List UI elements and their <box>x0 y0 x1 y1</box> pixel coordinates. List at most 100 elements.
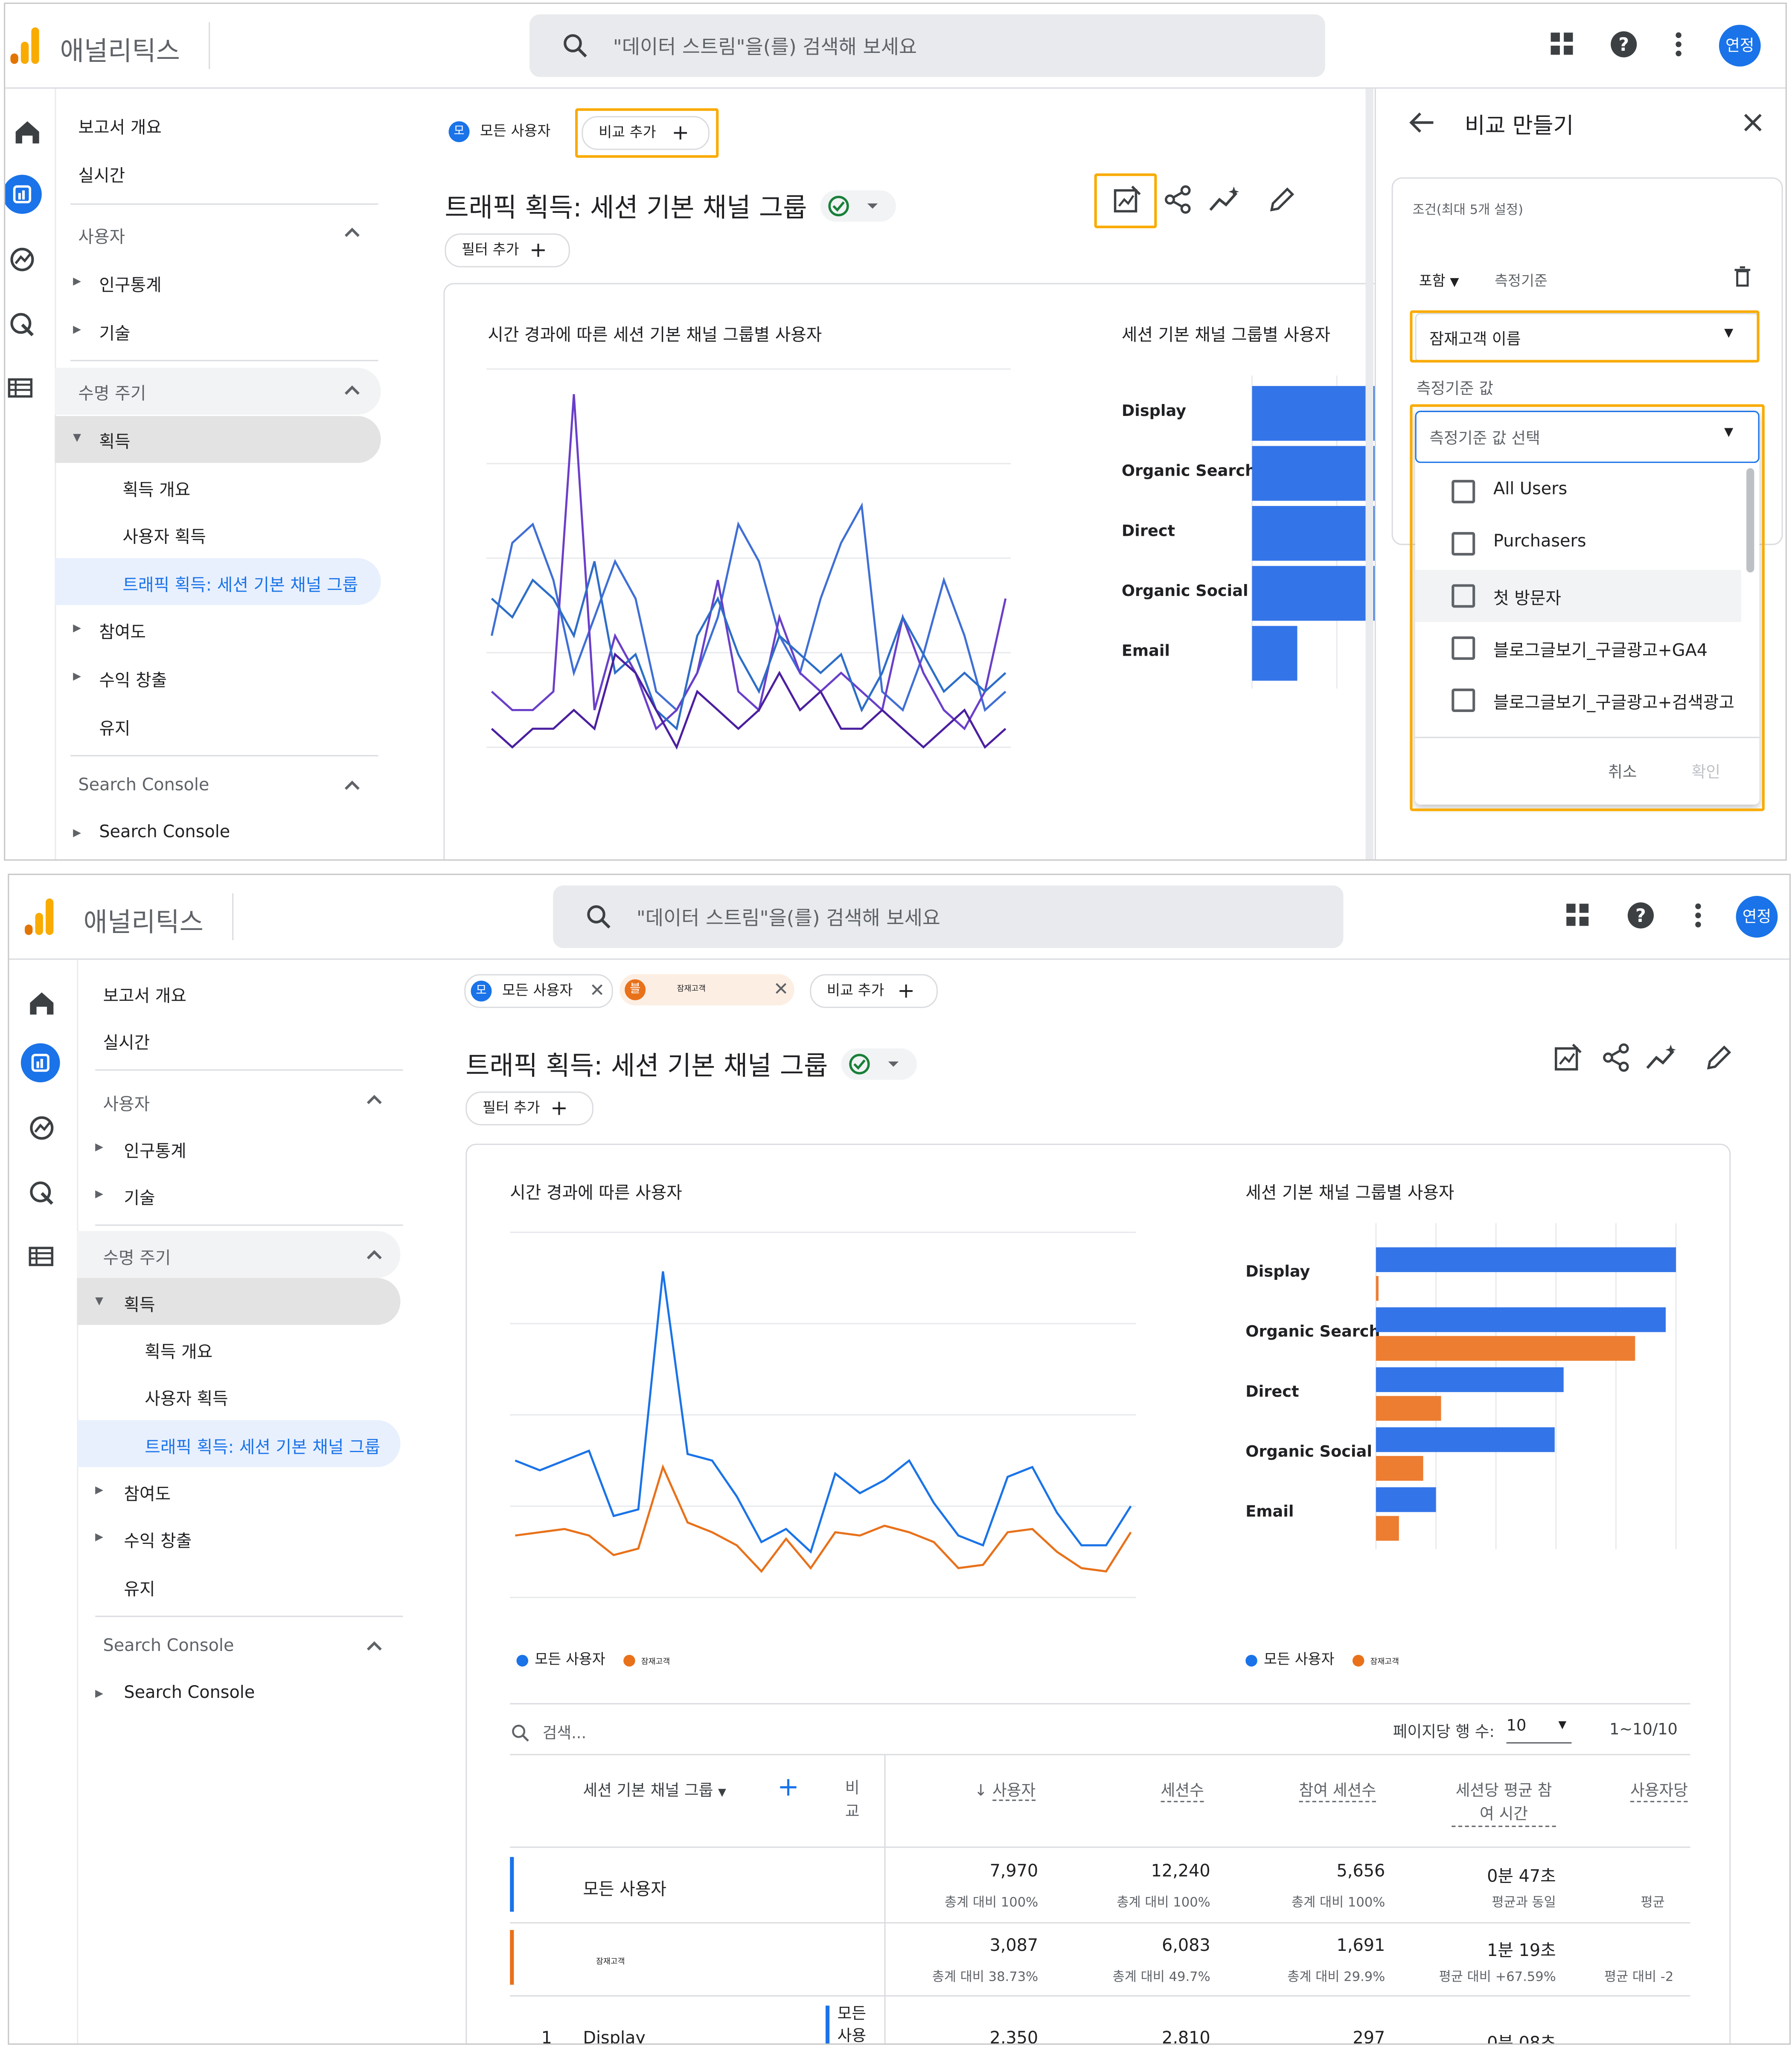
metric-header[interactable]: 참여 세션수 <box>1299 1779 1376 1802</box>
nav-section-search-console[interactable]: Search Console <box>103 1636 234 1656</box>
chip-all-users[interactable]: 모 모든 사용자 <box>443 116 566 148</box>
search-bar[interactable]: "데이터 스트림"을(를) 검색해 보세요 <box>529 14 1325 77</box>
chevron-up-icon[interactable] <box>344 384 360 397</box>
legend-item[interactable]: 잠재고객 <box>623 1651 670 1668</box>
back-arrow-icon[interactable] <box>1407 110 1436 136</box>
nav-realtime[interactable]: 실시간 <box>78 162 125 186</box>
caret-down-icon[interactable]: ▼ <box>73 432 81 444</box>
metric-header[interactable]: 사용자당 <box>1630 1779 1688 1802</box>
share-icon[interactable] <box>1600 1042 1632 1073</box>
more-vert-icon[interactable] <box>1672 30 1685 58</box>
chip-all-users[interactable]: 모 모든 사용자 ✕ <box>464 974 613 1008</box>
chip-potential[interactable]: 블 잠재고객 ✕ <box>619 974 794 1006</box>
title-status-dropdown[interactable] <box>819 189 897 223</box>
nav-user-acq[interactable]: 사용자 획득 <box>145 1385 228 1410</box>
caret-down-icon[interactable]: ▼ <box>95 1295 103 1307</box>
close-icon[interactable]: ✕ <box>774 974 789 1005</box>
nav-search-console[interactable]: Search Console <box>124 1683 255 1703</box>
insights-icon[interactable] <box>1208 184 1242 215</box>
nav-traffic-acq[interactable]: 트래픽 획득: 세션 기본 채널 그룹 <box>145 1433 380 1458</box>
table-search-input[interactable]: 검색... <box>543 1721 586 1744</box>
chevron-up-icon[interactable] <box>367 1248 382 1261</box>
caret-right-icon[interactable]: ▶ <box>73 275 81 287</box>
edit-pencil-icon[interactable] <box>1703 1042 1734 1073</box>
add-dimension-button[interactable]: + <box>777 1771 799 1802</box>
legend-item[interactable]: 잠재고객 <box>1352 1651 1399 1668</box>
chevron-up-icon[interactable] <box>344 226 360 239</box>
nav-acq-overview[interactable]: 획득 개요 <box>145 1338 212 1363</box>
metric-header[interactable]: 세션수 <box>1161 1779 1204 1802</box>
legend-item[interactable]: 모든 사용자 <box>1245 1651 1334 1668</box>
customize-report-icon[interactable] <box>1552 1042 1583 1073</box>
nav-section-lifecycle[interactable]: 수명 주기 <box>78 380 146 404</box>
nav-user-acq[interactable]: 사용자 획득 <box>122 523 206 548</box>
advertising-icon[interactable] <box>5 311 55 339</box>
help-icon[interactable]: ? <box>1626 901 1655 930</box>
nav-section-lifecycle[interactable]: 수명 주기 <box>103 1244 171 1269</box>
metric-header[interactable]: 세션당 평균 참여 시간 <box>1452 1779 1556 1827</box>
nav-overview[interactable]: 보고서 개요 <box>103 982 186 1007</box>
caret-right-icon[interactable]: ▶ <box>95 1141 103 1153</box>
explore-icon[interactable] <box>9 1114 77 1142</box>
nav-section-user[interactable]: 사용자 <box>103 1090 150 1115</box>
legend-item[interactable]: 모든 사용자 <box>516 1651 605 1668</box>
delete-icon[interactable] <box>1733 266 1751 287</box>
search-bar[interactable]: "데이터 스트림"을(를) 검색해 보세요 <box>553 885 1344 948</box>
rows-per-page-select[interactable]: 10 ▼ <box>1506 1716 1572 1744</box>
include-select[interactable]: 포함 ▼ <box>1419 270 1459 291</box>
main-scrollbar[interactable] <box>1365 88 1373 860</box>
caret-right-icon[interactable]: ▶ <box>95 1484 103 1496</box>
caret-right-icon[interactable]: ▶ <box>73 323 81 335</box>
caret-right-icon[interactable]: ▶ <box>95 1687 103 1699</box>
add-filter-button[interactable]: 필터 추가 + <box>465 1091 593 1126</box>
edit-pencil-icon[interactable] <box>1266 184 1297 215</box>
nav-traffic-acq[interactable]: 트래픽 획득: 세션 기본 채널 그룹 <box>122 571 358 596</box>
chevron-up-icon[interactable] <box>367 1093 382 1106</box>
title-status-dropdown[interactable] <box>840 1047 918 1081</box>
nav-demographics[interactable]: 인구통계 <box>124 1137 186 1162</box>
insights-icon[interactable] <box>1645 1042 1679 1073</box>
advertising-icon[interactable] <box>9 1179 77 1207</box>
nav-retention[interactable]: 유지 <box>99 715 130 739</box>
nav-tech[interactable]: 기술 <box>124 1184 155 1209</box>
home-icon[interactable] <box>9 988 77 1017</box>
chevron-up-icon[interactable] <box>367 1639 382 1652</box>
nav-monetization[interactable]: 수익 창출 <box>99 666 167 691</box>
caret-right-icon[interactable]: ▶ <box>73 622 81 634</box>
dimension-header[interactable]: 세션 기본 채널 그룹 ▼ <box>583 1779 726 1801</box>
nav-engagement[interactable]: 참여도 <box>99 618 146 643</box>
avatar[interactable]: 연정 <box>1719 25 1761 67</box>
nav-acq-overview[interactable]: 획득 개요 <box>122 476 190 501</box>
avatar[interactable]: 연정 <box>1736 896 1778 938</box>
apps-grid-icon[interactable] <box>1564 901 1592 930</box>
nav-retention[interactable]: 유지 <box>124 1575 155 1600</box>
close-icon[interactable]: ✕ <box>590 975 605 1006</box>
nav-tech[interactable]: 기술 <box>99 320 130 344</box>
add-compare-button[interactable]: 비교 추가 + <box>810 974 938 1008</box>
nav-realtime[interactable]: 실시간 <box>103 1029 150 1054</box>
nav-search-console[interactable]: Search Console <box>99 823 230 843</box>
configure-list-icon[interactable] <box>5 373 55 401</box>
chevron-up-icon[interactable] <box>344 779 360 792</box>
caret-right-icon[interactable]: ▶ <box>95 1531 103 1543</box>
nav-overview[interactable]: 보고서 개요 <box>78 113 161 138</box>
close-icon[interactable] <box>1741 111 1765 134</box>
nav-section-user[interactable]: 사용자 <box>78 223 125 248</box>
reports-icon[interactable] <box>20 1043 60 1083</box>
metric-header[interactable]: ↓ 사용자 <box>963 1779 1036 1801</box>
apps-grid-icon[interactable] <box>1548 30 1577 58</box>
nav-acquisition[interactable]: 획득 <box>124 1291 155 1316</box>
explore-icon[interactable] <box>5 245 55 274</box>
nav-acquisition[interactable]: 획득 <box>99 428 130 453</box>
nav-demographics[interactable]: 인구통계 <box>99 271 161 296</box>
configure-list-icon[interactable] <box>9 1241 77 1270</box>
nav-monetization[interactable]: 수익 창출 <box>124 1527 192 1552</box>
reports-icon[interactable] <box>5 174 42 214</box>
nav-section-search-console[interactable]: Search Console <box>78 776 209 796</box>
caret-right-icon[interactable]: ▶ <box>73 827 81 839</box>
help-icon[interactable]: ? <box>1609 30 1638 58</box>
nav-engagement[interactable]: 참여도 <box>124 1480 171 1505</box>
home-icon[interactable] <box>5 117 55 146</box>
add-filter-button[interactable]: 필터 추가 + <box>445 233 570 267</box>
more-vert-icon[interactable] <box>1692 901 1705 930</box>
